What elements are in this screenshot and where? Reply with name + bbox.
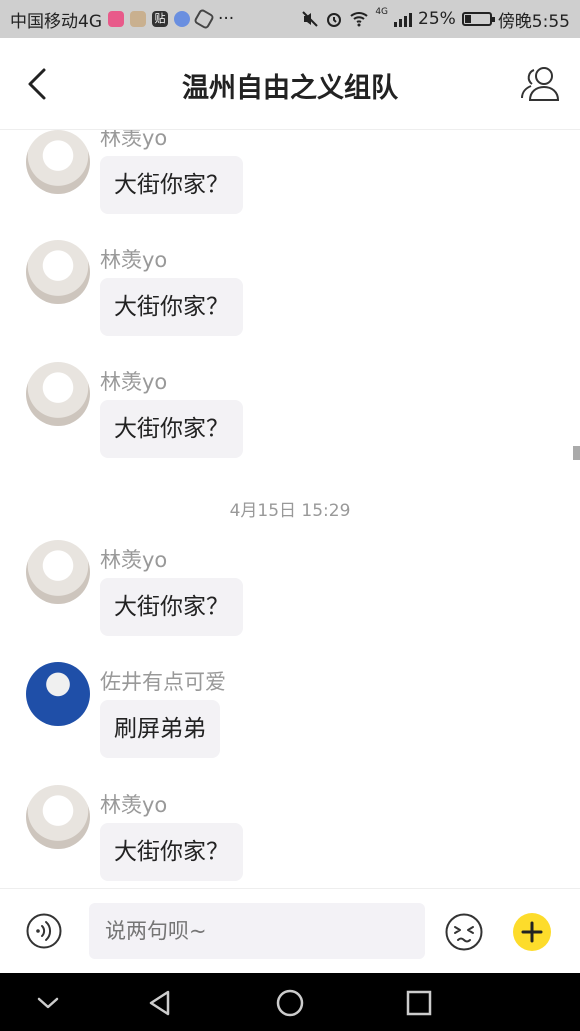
message-input[interactable] xyxy=(89,903,425,959)
timestamp: 4月15日 15:29 xyxy=(229,501,351,521)
plus-button[interactable] xyxy=(513,913,551,951)
message-bubble[interactable]: 大街你家？ xyxy=(100,156,243,214)
home-circle-icon[interactable] xyxy=(276,989,304,1017)
page-title: 温州自由之义组队 xyxy=(182,73,398,104)
wifi-icon xyxy=(350,12,368,27)
chat-header: 温州自由之义组队 xyxy=(0,38,580,130)
sender-name: 佐井有点可爱 xyxy=(100,670,226,694)
message-bubble[interactable]: 刷屏弟弟 xyxy=(100,700,220,758)
cat-app-icon xyxy=(130,11,146,27)
message-list[interactable]: 林羡yo 大街你家？ 林羡yo 大街你家？ 林羡yo 大街你家？ 4月15日 1… xyxy=(0,130,580,888)
emoji-icon[interactable] xyxy=(445,913,483,951)
battery-percent: 25% xyxy=(418,9,456,29)
avatar[interactable] xyxy=(26,362,90,426)
avatar[interactable] xyxy=(26,662,90,726)
battery-fill xyxy=(464,15,471,23)
tieba-icon: 贴 xyxy=(152,11,168,27)
system-nav-bar xyxy=(0,973,580,1031)
chevron-down-icon[interactable] xyxy=(34,989,62,1017)
status-bar: 中国移动4G 贴 ··· 4G 25% 傍晚5:55 xyxy=(0,0,580,38)
avatar[interactable] xyxy=(26,785,90,849)
carrier-label: 中国移动4G xyxy=(10,11,102,32)
sender-name: 林羡yo xyxy=(100,370,168,394)
sender-name: 林羡yo xyxy=(100,130,168,150)
avatar[interactable] xyxy=(26,240,90,304)
mute-icon xyxy=(302,11,319,27)
message-bubble[interactable]: 大街你家？ xyxy=(100,823,243,881)
message-bubble[interactable]: 大街你家？ xyxy=(100,578,243,636)
recent-apps-icon[interactable] xyxy=(405,989,433,1017)
status-bar-left: 中国移动4G 贴 ··· xyxy=(10,7,234,32)
network-type: 4G xyxy=(375,6,389,17)
hexagon-icon xyxy=(193,8,215,30)
status-bar-right: 4G 25% 傍晚5:55 xyxy=(301,7,570,32)
more-notifications-icon: ··· xyxy=(218,9,235,29)
battery-icon xyxy=(461,12,495,26)
baidu-icon xyxy=(174,11,190,27)
weibo-icon xyxy=(108,11,124,27)
voice-icon[interactable] xyxy=(26,913,62,949)
avatar[interactable] xyxy=(26,130,90,194)
message-bubble[interactable]: 大街你家？ xyxy=(100,278,243,336)
message-bubble[interactable]: 大街你家？ xyxy=(100,400,243,458)
back-triangle-icon[interactable] xyxy=(146,989,174,1017)
input-bar xyxy=(0,888,580,973)
signal-icon xyxy=(394,11,413,27)
scroll-indicator[interactable] xyxy=(573,446,580,460)
group-members-icon[interactable] xyxy=(518,64,562,104)
clock: 傍晚5:55 xyxy=(497,11,570,32)
sender-name: 林羡yo xyxy=(100,548,168,572)
alarm-icon xyxy=(327,13,342,27)
sender-name: 林羡yo xyxy=(100,793,168,817)
avatar[interactable] xyxy=(26,540,90,604)
plus-icon xyxy=(521,921,543,943)
sender-name: 林羡yo xyxy=(100,248,168,272)
